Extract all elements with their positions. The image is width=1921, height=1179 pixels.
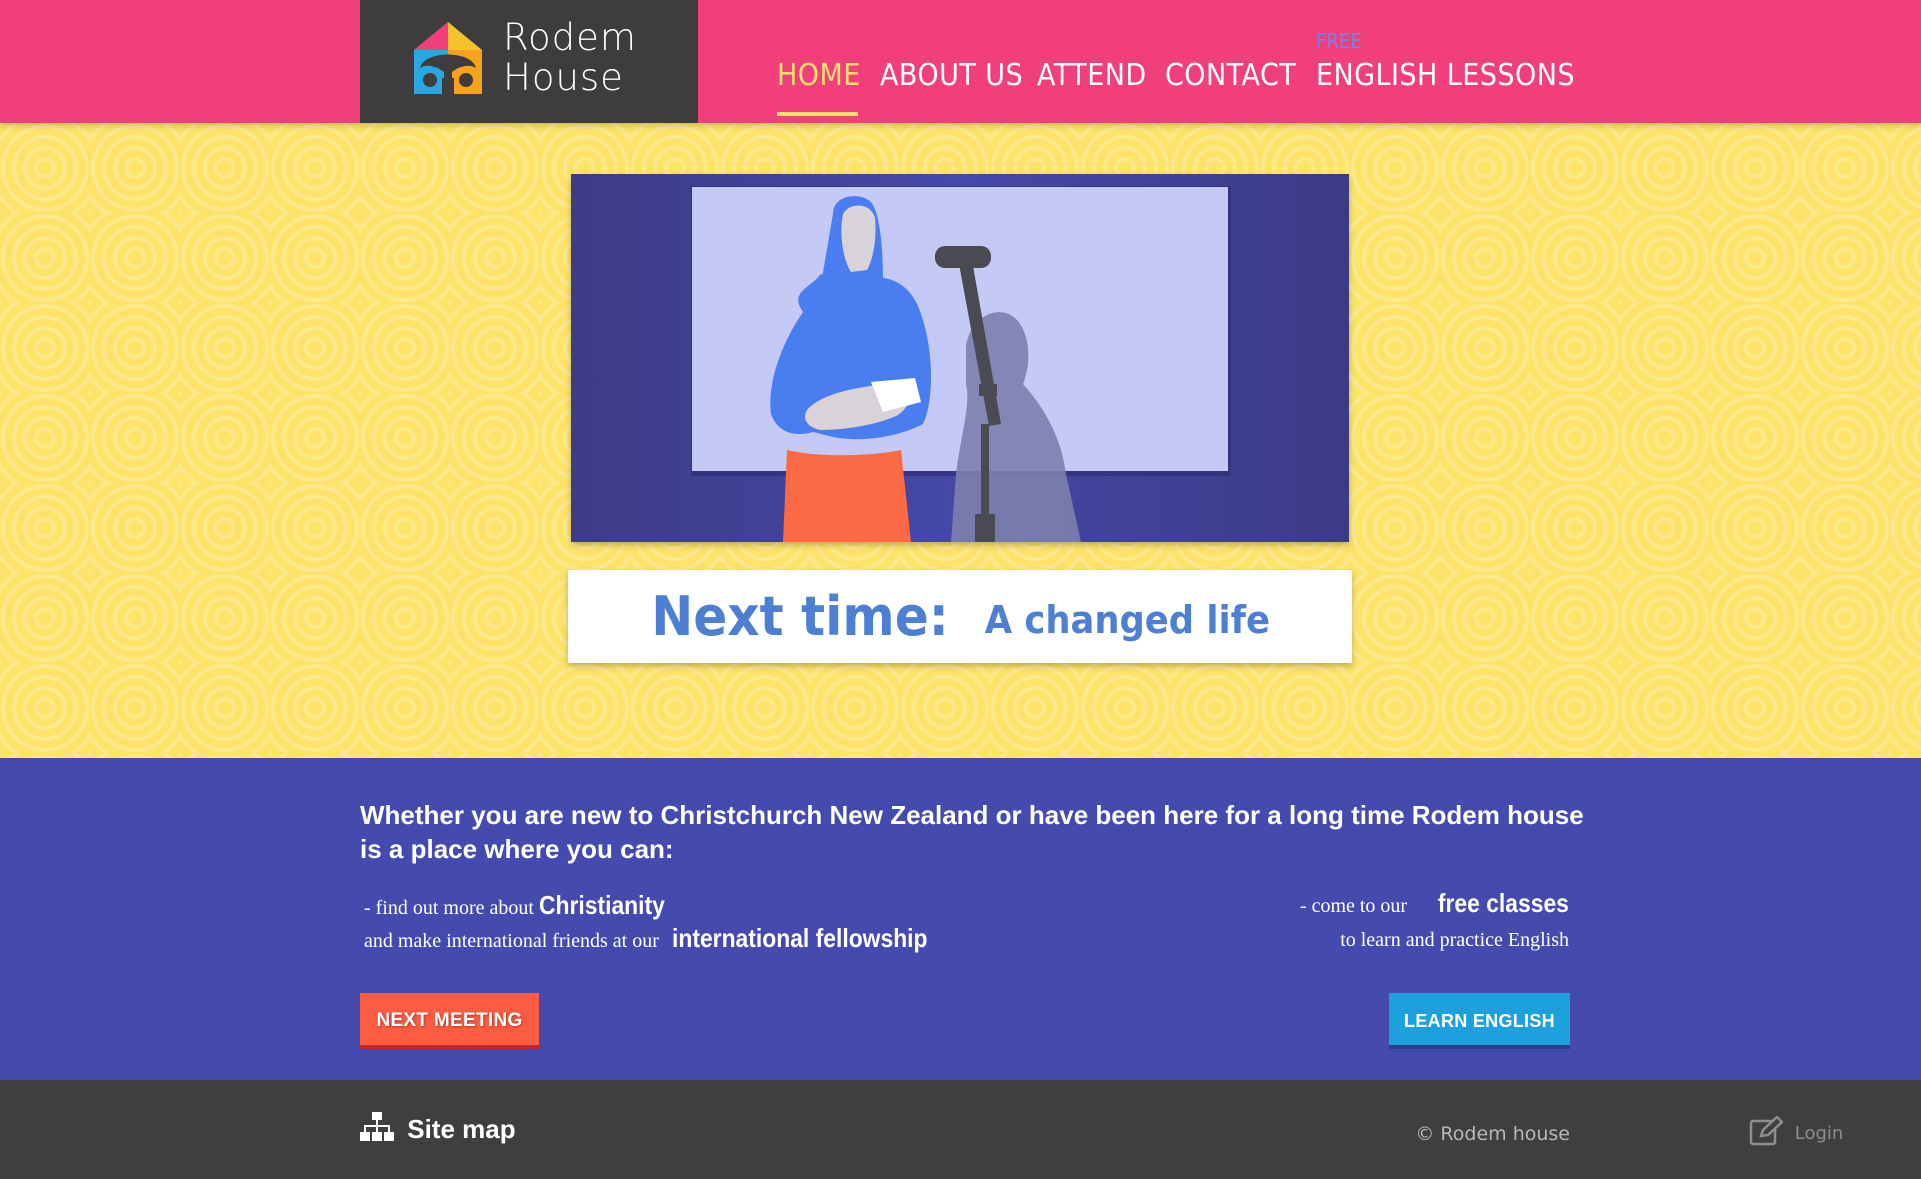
edit-icon bbox=[1749, 1116, 1783, 1146]
next-time-label: Next time: bbox=[650, 585, 949, 648]
fellowship-prefix: and make international friends at our bbox=[364, 930, 659, 952]
info-band: Whether you are new to Christchurch New … bbox=[0, 758, 1921, 1080]
next-meeting-button[interactable]: NEXT MEETING bbox=[360, 993, 539, 1049]
speaker-illustration-icon bbox=[691, 186, 1231, 542]
brand-name: Rodem House bbox=[503, 18, 637, 98]
brand-name-line1: Rodem bbox=[503, 16, 637, 59]
left-info: - find out more about Christianity and m… bbox=[364, 890, 962, 956]
right-info: - come to our free classes to learn and … bbox=[1300, 886, 1569, 957]
hero-image bbox=[571, 174, 1349, 542]
nav-item-home[interactable]: HOME bbox=[777, 58, 861, 93]
nav-free-tag: FREE bbox=[1316, 29, 1362, 53]
free-classes-link[interactable]: free classes bbox=[1438, 886, 1569, 920]
site-header: Rodem House HOME ABOUT US ATTEND CONTACT… bbox=[0, 0, 1921, 123]
logo[interactable]: Rodem House bbox=[360, 0, 698, 123]
house-logo-icon bbox=[414, 22, 482, 94]
login-label: Login bbox=[1794, 1123, 1844, 1144]
christianity-link[interactable]: Christianity bbox=[539, 890, 665, 920]
sitemap-icon bbox=[360, 1112, 394, 1141]
next-meeting-banner: Next time: A changed life bbox=[568, 570, 1352, 663]
nav-active-underline bbox=[777, 112, 858, 116]
nav-item-about-us[interactable]: ABOUT US bbox=[880, 58, 1023, 93]
site-footer: Site map © Rodem house Login bbox=[0, 1080, 1921, 1179]
sitemap-label: Site map bbox=[407, 1114, 516, 1144]
intro-text: Whether you are new to Christchurch New … bbox=[360, 800, 1584, 864]
nav-item-contact[interactable]: CONTACT bbox=[1165, 58, 1296, 93]
copyright-text: © Rodem house bbox=[1415, 1123, 1570, 1145]
brand-name-line2: House bbox=[503, 56, 624, 99]
hero-section: Next time: A changed life bbox=[0, 123, 1921, 758]
next-time-title: A changed life bbox=[984, 598, 1270, 642]
fellowship-link[interactable]: international fellowship bbox=[672, 923, 928, 953]
sitemap-link[interactable]: Site map bbox=[360, 1112, 516, 1145]
learn-english-button[interactable]: LEARN ENGLISH bbox=[1389, 993, 1570, 1049]
christianity-prefix: - find out more about bbox=[364, 897, 534, 919]
login-link[interactable]: Login bbox=[1749, 1116, 1843, 1146]
classes-prefix: - come to our bbox=[1299, 895, 1408, 917]
classes-description: to learn and practice English bbox=[1340, 929, 1569, 951]
nav-item-english-lessons[interactable]: ENGLISH LESSONS bbox=[1316, 58, 1575, 93]
nav-item-attend[interactable]: ATTEND bbox=[1037, 58, 1147, 93]
